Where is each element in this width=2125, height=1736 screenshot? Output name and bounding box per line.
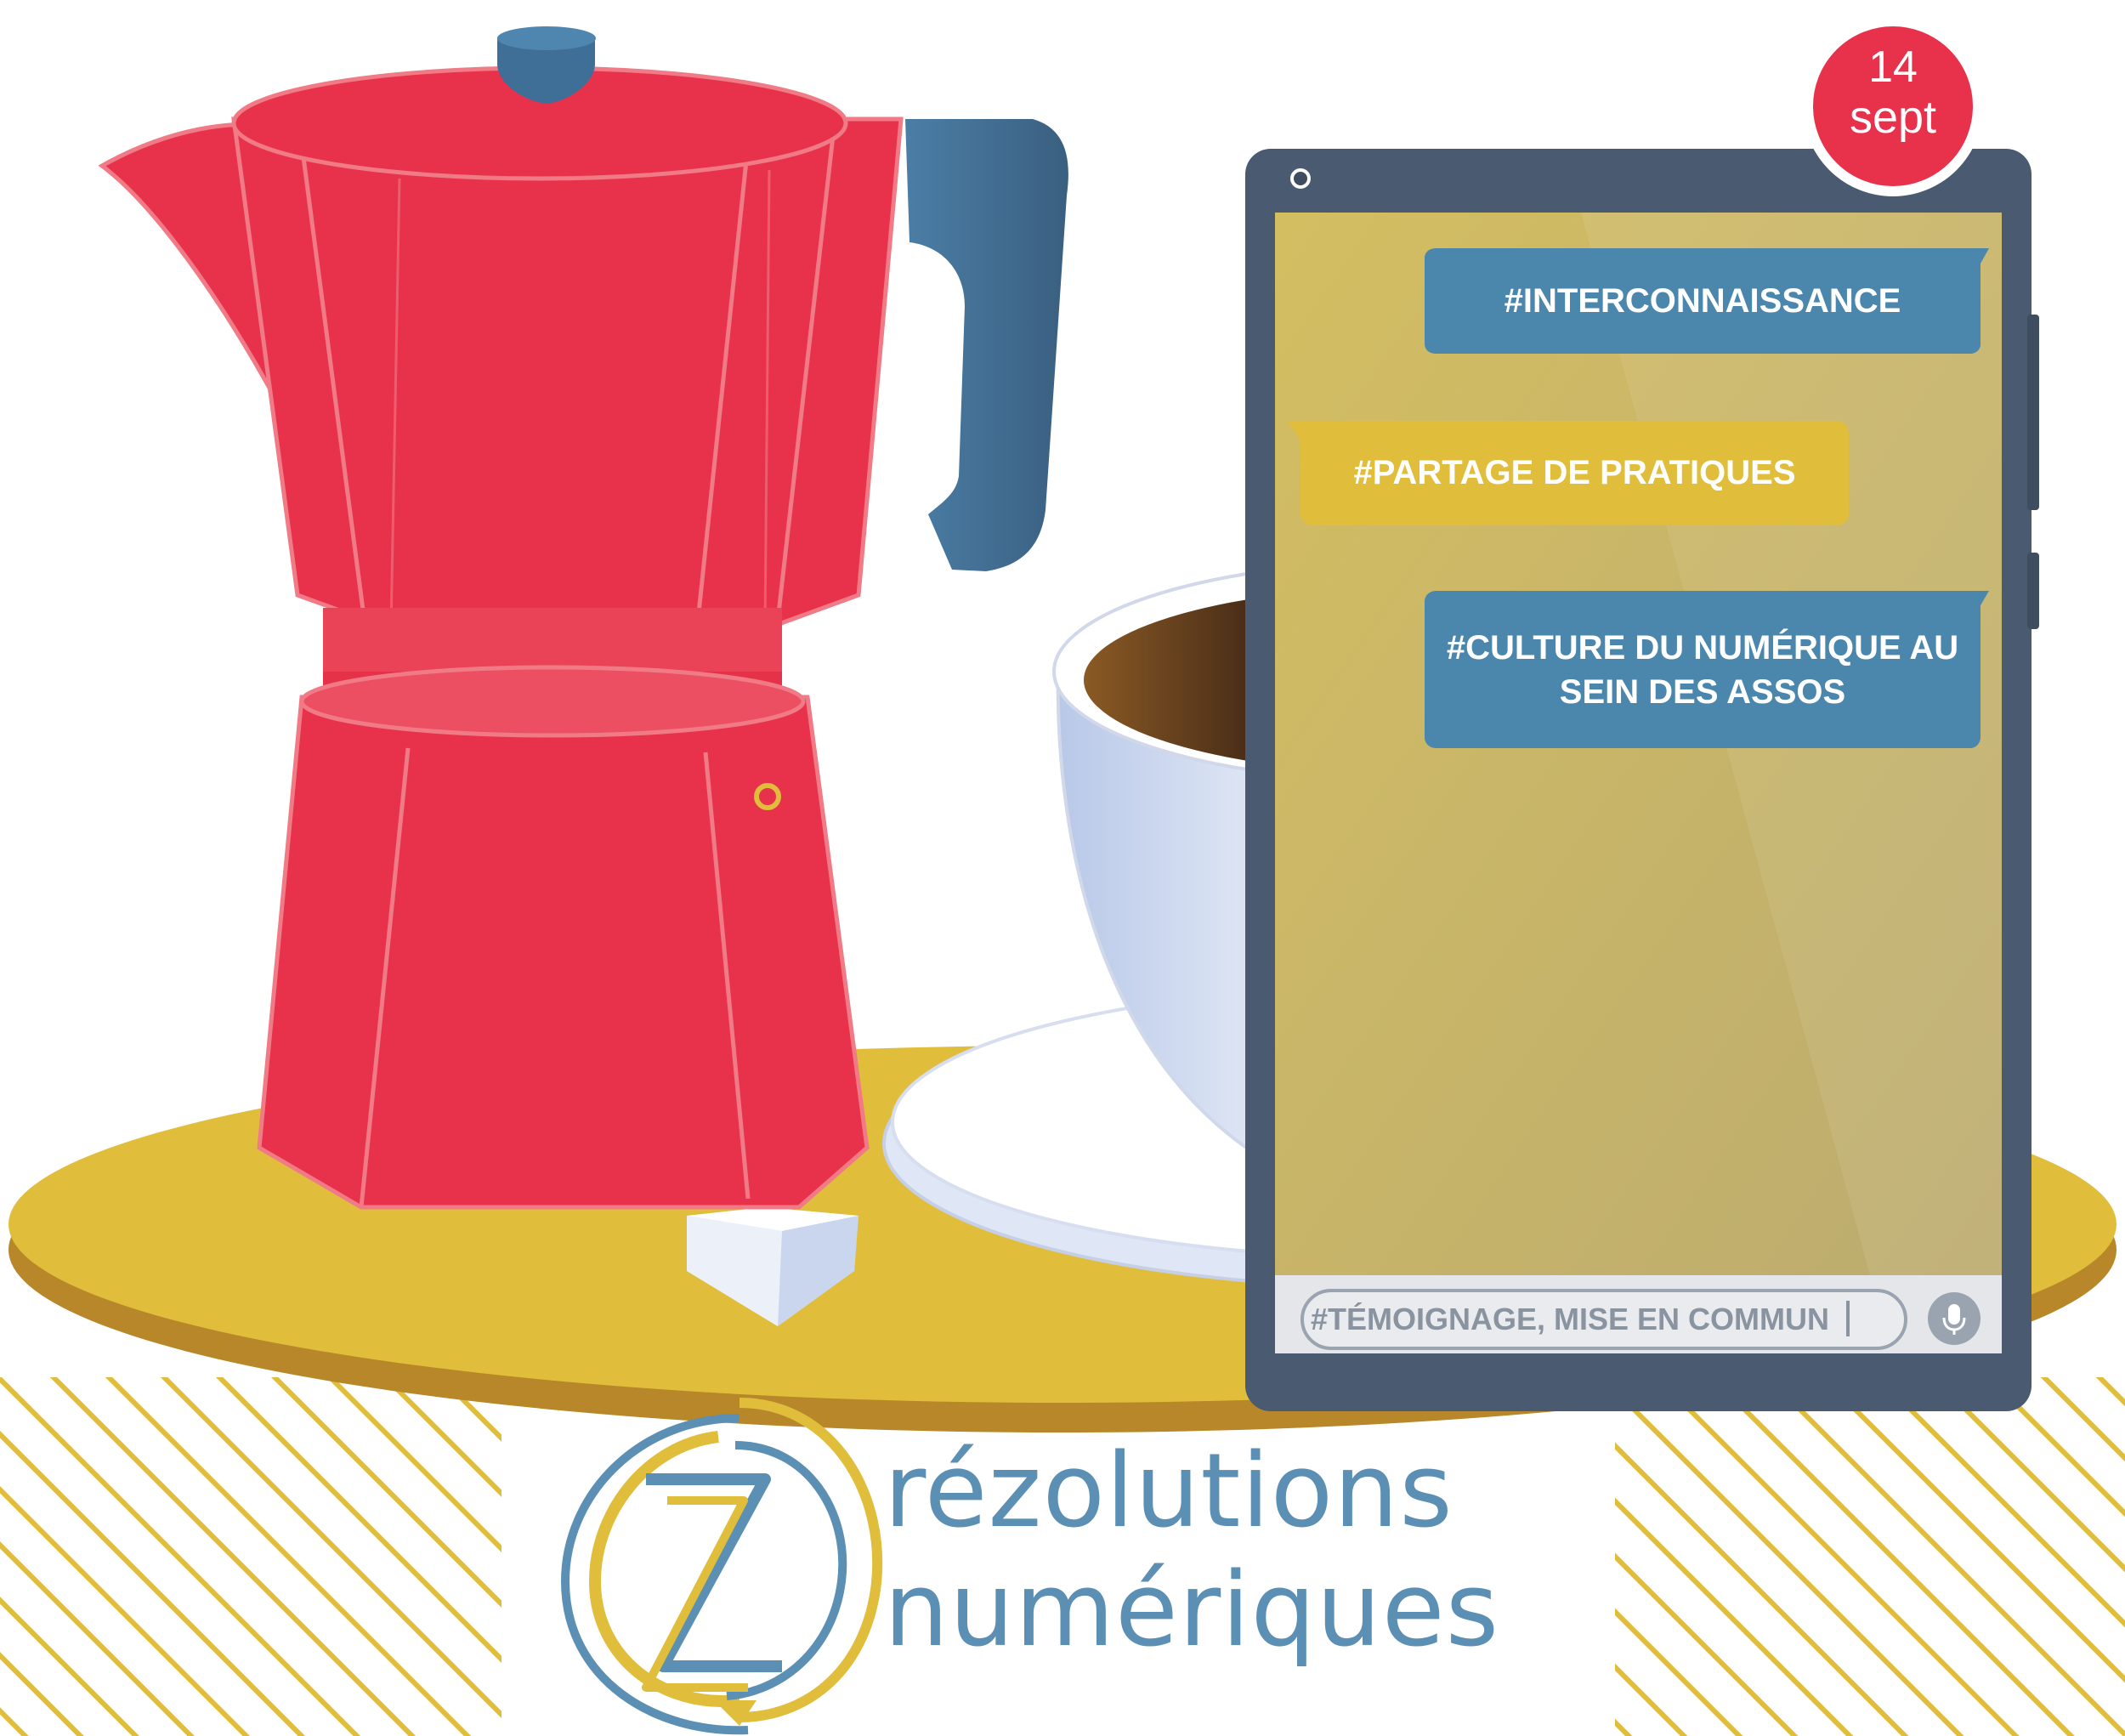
message-input-value: #TÉMOIGNAGE, MISE EN COMMUN	[1310, 1302, 1830, 1336]
microphone-glyph	[1942, 1304, 1966, 1335]
moka-pot	[98, 26, 1068, 1210]
message-partage-de-pratiques: #PARTAGE DE PRATIQUES	[1353, 454, 1796, 491]
message-line-2: SEIN DES ASSOS	[1559, 672, 1846, 711]
date-day: 14	[1868, 43, 1918, 92]
camera-icon	[1290, 168, 1311, 189]
message-input[interactable]: #TÉMOIGNAGE, MISE EN COMMUN	[1302, 1291, 1838, 1348]
message-line-1: #CULTURE DU NUMÉRIQUE AU	[1446, 628, 1959, 667]
brand-wordmark: rézolutions numériques	[884, 1432, 1606, 1688]
message-interconnaissance: #INTERCONNAISSANCE	[1504, 281, 1901, 320]
brand-line-1: rézolutions	[884, 1432, 1454, 1551]
date-badge: 14 sept	[1816, 43, 1969, 170]
message-culture-numerique: #CULTURE DU NUMÉRIQUE AU SEIN DES ASSOS	[1425, 591, 1980, 748]
brand-line-2: numériques	[884, 1552, 1500, 1670]
microphone-icon[interactable]	[1928, 1292, 1980, 1345]
date-month: sept	[1849, 92, 1937, 143]
